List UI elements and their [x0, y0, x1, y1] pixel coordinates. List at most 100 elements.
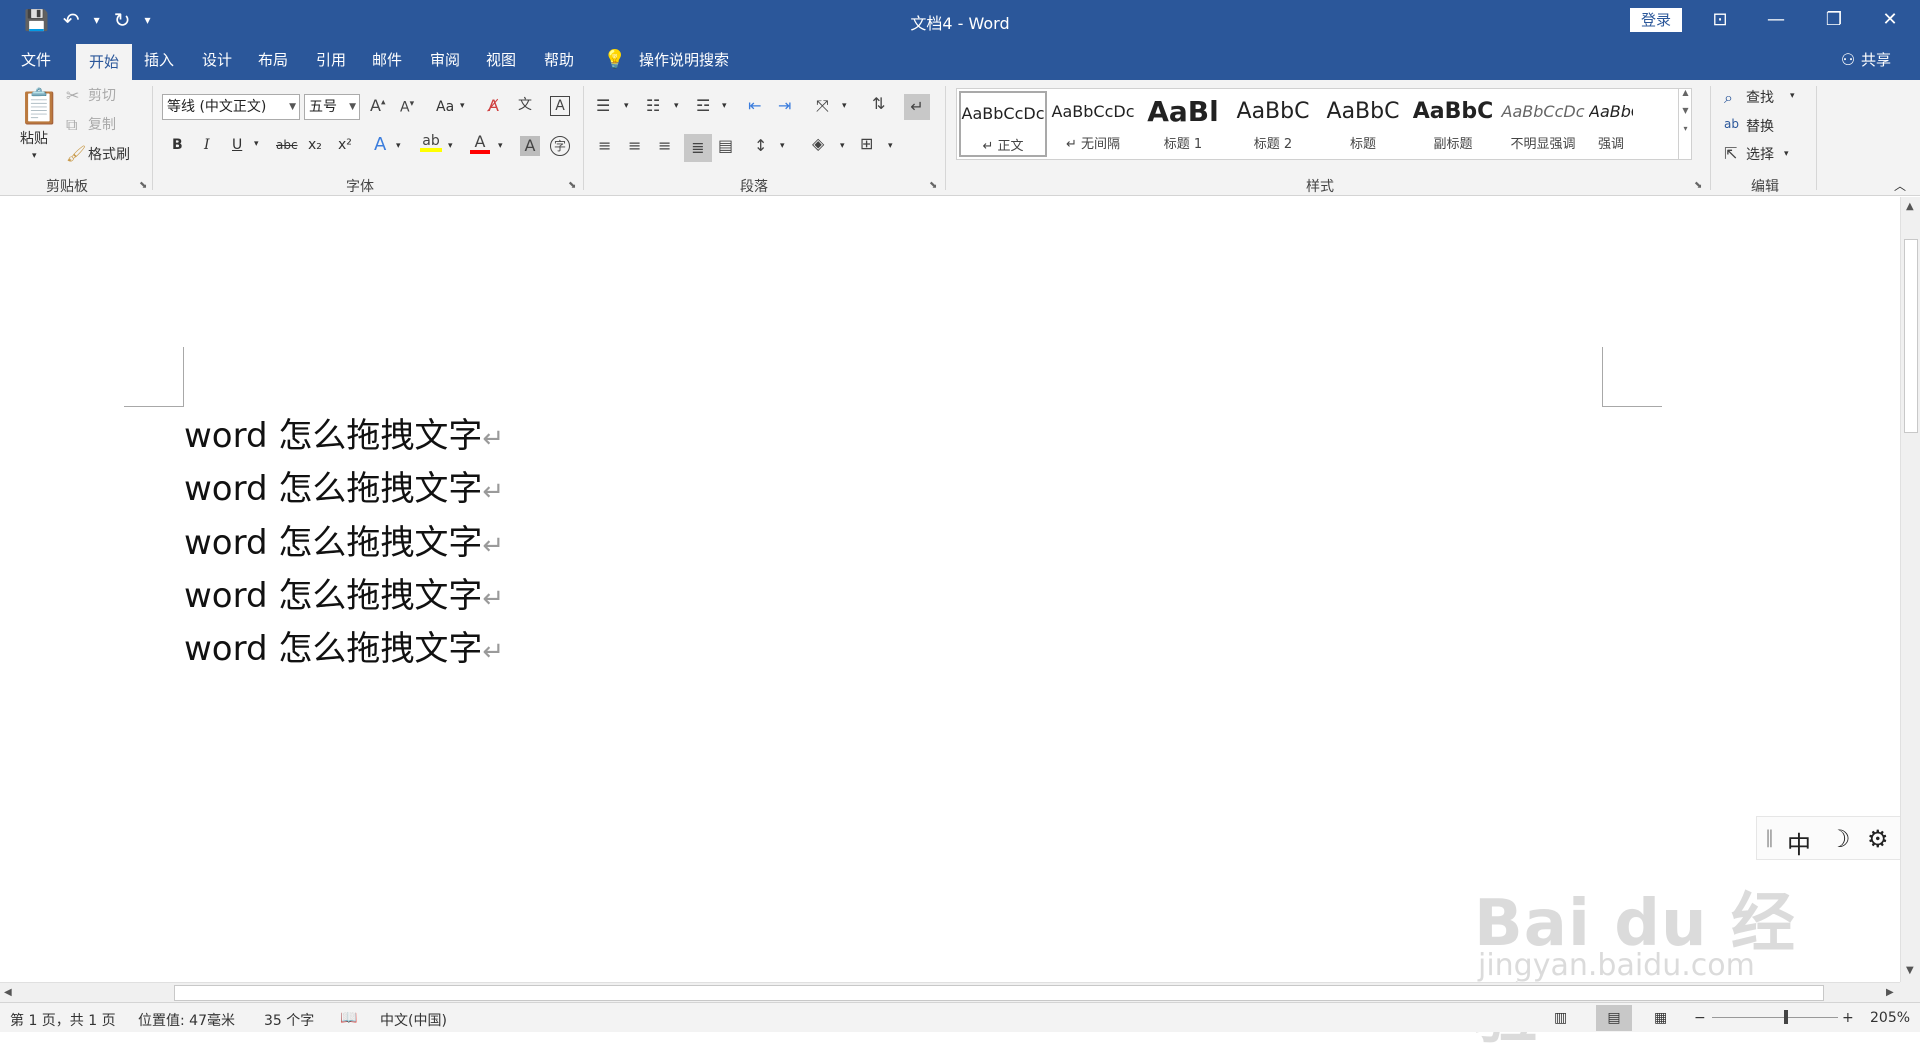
gear-icon[interactable]: ⚙ [1867, 825, 1889, 853]
document-page[interactable]: word 怎么拖拽文字↵ word 怎么拖拽文字↵ word 怎么拖拽文字↵ w… [0, 197, 1900, 982]
line-spacing-icon[interactable]: ↕ [754, 138, 767, 154]
page-count[interactable]: 第 1 页，共 1 页 [10, 1010, 116, 1030]
tab-mailings[interactable]: 邮件 [362, 40, 412, 80]
tab-file[interactable]: 文件 [8, 40, 64, 80]
ime-mode-toggle[interactable]: 中 [1787, 825, 1811, 860]
highlight-dropdown-icon[interactable]: ▾ [448, 142, 453, 151]
font-color-dropdown-icon[interactable]: ▾ [498, 142, 503, 151]
align-right-icon[interactable]: ≡ [658, 138, 671, 154]
text-effects-icon[interactable]: A [374, 136, 386, 154]
vertical-scroll-thumb[interactable] [1904, 239, 1918, 433]
style-emphasis[interactable]: AaBbCcDc 强调 [1589, 91, 1633, 157]
subscript-button[interactable]: x₂ [308, 138, 322, 152]
replace-button[interactable]: 替换 [1746, 120, 1774, 134]
style-no-spacing[interactable]: AaBbCcDc ↵ 无间隔 [1049, 91, 1137, 157]
select-button[interactable]: 选择 [1746, 148, 1774, 162]
superscript-button[interactable]: x² [338, 138, 352, 152]
increase-indent-icon[interactable]: ⇥ [778, 98, 791, 114]
close-icon[interactable]: ✕ [1862, 0, 1918, 40]
scroll-up-icon[interactable]: ▲ [1906, 201, 1914, 212]
find-dropdown-icon[interactable]: ▾ [1790, 92, 1795, 101]
ribbon-display-options-icon[interactable]: ⊡ [1692, 0, 1748, 40]
save-icon[interactable]: 💾 [24, 10, 49, 30]
scroll-right-icon[interactable]: ▶ [1886, 987, 1894, 998]
bullets-icon[interactable]: ☰ [596, 98, 610, 114]
text-effects-dropdown-icon[interactable]: ▾ [396, 142, 401, 151]
document-paragraph[interactable]: word 怎么拖拽文字↵ [184, 419, 504, 453]
moon-icon[interactable]: ☽ [1829, 825, 1851, 853]
scroll-down-icon[interactable]: ▼ [1906, 965, 1914, 976]
horizontal-scrollbar[interactable]: ◀ ▶ [0, 982, 1900, 1002]
document-paragraph[interactable]: word 怎么拖拽文字↵ [184, 579, 504, 613]
phonetic-guide-icon[interactable]: 文 [518, 98, 532, 112]
shading-icon[interactable]: ◈ [812, 136, 824, 152]
style-normal[interactable]: AaBbCcDc ↵ 正文 [959, 91, 1047, 157]
style-heading-2[interactable]: AaBbC 标题 2 [1229, 91, 1317, 157]
change-case-button[interactable]: Aa [436, 100, 454, 114]
redo-icon[interactable]: ↻ [114, 10, 131, 30]
web-layout-icon[interactable]: ▦ [1654, 1010, 1667, 1026]
underline-dropdown-icon[interactable]: ▾ [254, 140, 259, 149]
paste-button[interactable]: 粘贴 [20, 132, 48, 146]
tab-insert[interactable]: 插入 [134, 40, 184, 80]
document-paragraph[interactable]: word 怎么拖拽文字↵ [184, 526, 504, 560]
select-dropdown-icon[interactable]: ▾ [1784, 150, 1789, 159]
undo-icon[interactable]: ↶ [63, 10, 80, 30]
shading-dropdown-icon[interactable]: ▾ [840, 142, 845, 151]
numbering-dropdown-icon[interactable]: ▾ [674, 102, 679, 111]
tab-home[interactable]: 开始 [76, 44, 132, 80]
clear-formatting-icon[interactable]: A̸ [488, 98, 499, 114]
tab-design[interactable]: 设计 [192, 40, 242, 80]
show-formatting-marks-icon[interactable]: ↵ [904, 94, 930, 120]
align-center-icon[interactable]: ≡ [628, 138, 641, 154]
style-heading-1[interactable]: AaBl 标题 1 [1139, 91, 1227, 157]
style-subtle-emphasis[interactable]: AaBbCcDc 不明显强调 [1499, 91, 1587, 157]
clipboard-launcher-icon[interactable]: ⬊ [139, 180, 147, 191]
zoom-level[interactable]: 205% [1870, 1010, 1910, 1026]
language-indicator[interactable]: 中文(中国) [380, 1010, 447, 1030]
shrink-font-icon[interactable]: A▾ [400, 100, 414, 115]
horizontal-scroll-thumb[interactable] [174, 985, 1824, 1001]
minimize-icon[interactable]: — [1748, 0, 1804, 40]
tab-help[interactable]: 帮助 [534, 40, 584, 80]
change-case-dropdown-icon[interactable]: ▾ [460, 102, 465, 111]
paragraph-launcher-icon[interactable]: ⬊ [929, 180, 937, 191]
font-color-icon[interactable]: A [470, 134, 490, 154]
collapse-ribbon-icon[interactable]: ︿ [1894, 180, 1906, 192]
paste-icon[interactable]: 📋 [18, 90, 60, 124]
character-shading-icon[interactable]: A [520, 136, 540, 156]
highlight-icon[interactable]: ab [420, 134, 442, 152]
cut-button[interactable]: 剪切 [88, 89, 116, 103]
tab-layout[interactable]: 布局 [248, 40, 298, 80]
align-left-icon[interactable]: ≡ [598, 138, 611, 154]
document-paragraph[interactable]: word 怎么拖拽文字↵ [184, 632, 504, 666]
style-subtitle[interactable]: AaBbC 副标题 [1409, 91, 1497, 157]
asian-layout-icon[interactable]: ⤧ [816, 98, 829, 114]
font-name-select[interactable]: 等线 (中文正文) ▼ [162, 94, 300, 120]
zoom-slider-thumb[interactable] [1783, 1010, 1788, 1024]
bold-button[interactable]: B [172, 138, 183, 152]
restore-icon[interactable]: ❐ [1806, 0, 1862, 40]
tab-references[interactable]: 引用 [306, 40, 356, 80]
bullets-dropdown-icon[interactable]: ▾ [624, 102, 629, 111]
borders-icon[interactable]: ⊞ [860, 136, 873, 152]
strikethrough-button[interactable]: abc [276, 139, 298, 151]
tab-view[interactable]: 视图 [476, 40, 526, 80]
drag-handle-icon[interactable]: ‖ [1765, 827, 1774, 848]
vertical-scrollbar[interactable]: ▲ ▼ [1900, 197, 1920, 982]
style-title[interactable]: AaBbC 标题 [1319, 91, 1407, 157]
word-count[interactable]: 35 个字 [264, 1010, 314, 1030]
zoom-out-icon[interactable]: − [1694, 1010, 1706, 1026]
zoom-slider[interactable] [1712, 1010, 1838, 1024]
line-spacing-dropdown-icon[interactable]: ▾ [780, 142, 785, 151]
underline-button[interactable]: U [232, 138, 242, 152]
customize-icon[interactable]: ▾ [144, 14, 150, 26]
multilevel-list-icon[interactable]: ☲ [696, 98, 710, 114]
asian-layout-dropdown-icon[interactable]: ▾ [842, 102, 847, 111]
font-size-select[interactable]: 五号 ▼ [304, 94, 360, 120]
proofing-icon[interactable]: 📖 [340, 1010, 357, 1026]
undo-dropdown-icon[interactable]: ▾ [94, 14, 100, 26]
format-painter-button[interactable]: 格式刷 [88, 148, 130, 162]
numbering-icon[interactable]: ☷ [646, 98, 660, 114]
read-mode-icon[interactable]: ▥ [1554, 1010, 1567, 1026]
